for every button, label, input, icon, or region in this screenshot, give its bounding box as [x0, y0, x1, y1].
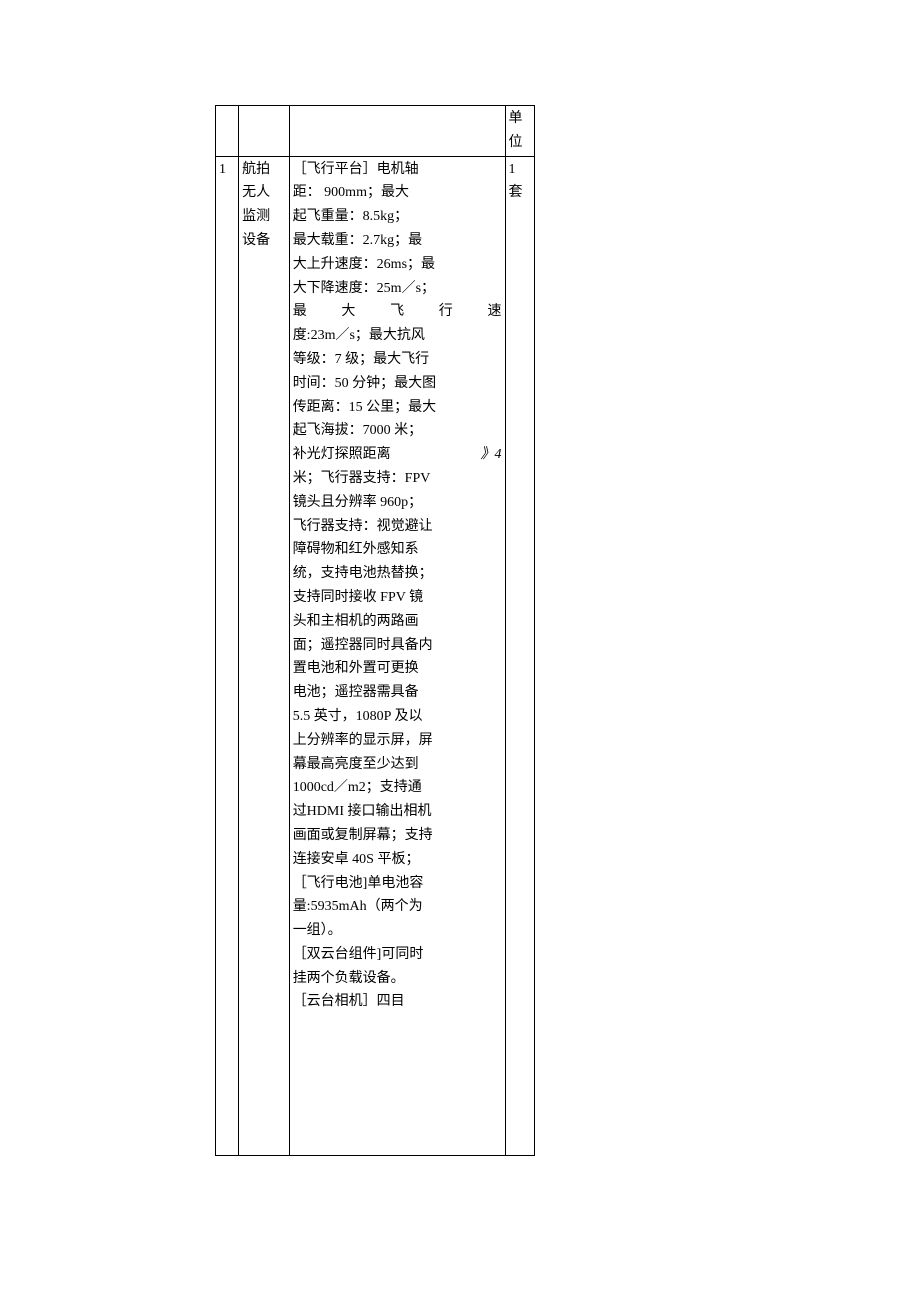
- header-cell-name: [239, 106, 290, 157]
- spec-line: 电池；遥控器需具备: [293, 685, 419, 700]
- spec-table: 单位 1 航拍 无人 监测 设备 ［飞行平台］电机轴 距： 900mm；最大 起…: [215, 105, 535, 1156]
- table-row: 1 航拍 无人 监测 设备 ［飞行平台］电机轴 距： 900mm；最大 起飞重量…: [216, 156, 535, 1156]
- row-number: 1: [219, 162, 226, 177]
- spec-line: 挂两个负载设备。: [293, 971, 405, 986]
- spec-line: 头和主相机的两路画: [293, 614, 419, 629]
- header-unit-text: 单位: [509, 111, 523, 150]
- spec-line: 大下降速度：25m／s；: [293, 281, 435, 296]
- spec-line: 上分辨率的显示屏，屏: [293, 733, 433, 748]
- spec-line: 障碍物和红外感知系: [293, 542, 419, 557]
- spec-line: 连接安卓 40S 平板；: [293, 852, 420, 867]
- spec-line: 飞行器支持：视觉避让: [293, 519, 433, 534]
- spec-line: 1000cd／m2；支持通: [293, 780, 422, 795]
- spec-line: 镜头且分辨率 960p；: [293, 495, 423, 510]
- spec-line: 过HDMI 接口输出相机: [293, 804, 432, 819]
- header-cell-num: [216, 106, 239, 157]
- spec-line: 米；飞行器支持：FPV: [293, 471, 431, 486]
- spec-line: 5.5 英寸，1080P 及以: [293, 709, 423, 724]
- cell-unit: 1 套: [505, 156, 535, 1156]
- name-line: 航拍: [242, 162, 270, 177]
- spec-line: 距： 900mm；最大: [293, 185, 409, 200]
- spec-line: 度:23m／s；最大抗风: [293, 328, 425, 343]
- spec-line: 量:5935mAh（两个为: [293, 899, 423, 914]
- name-line: 设备: [242, 233, 270, 248]
- cell-num: 1: [216, 156, 239, 1156]
- spec-line: ［双云台组件]可同时: [293, 947, 424, 962]
- name-line: 监测: [242, 209, 270, 224]
- spec-line: 起飞重量：8.5kg；: [293, 209, 409, 224]
- table-header-row: 单位: [216, 106, 535, 157]
- cell-name: 航拍 无人 监测 设备: [239, 156, 290, 1156]
- header-cell-spec: [289, 106, 505, 157]
- spec-line: 一组）。: [293, 923, 342, 938]
- spec-line: 最大载重：2.7kg；最: [293, 233, 423, 248]
- spec-line: 支持同时接收 FPV 镜: [293, 590, 423, 605]
- spec-line: 面；遥控器同时具备内: [293, 638, 433, 653]
- header-cell-unit: 单位: [505, 106, 535, 157]
- spec-line: 置电池和外置可更换: [293, 661, 419, 676]
- spec-line: ［云台相机］四目: [293, 994, 405, 1009]
- unit-label: 套: [509, 185, 523, 200]
- name-line: 无人: [242, 185, 270, 200]
- cell-spec: ［飞行平台］电机轴 距： 900mm；最大 起飞重量：8.5kg； 最大载重：2…: [289, 156, 505, 1156]
- spec-line: 统，支持电池热替换；: [293, 566, 433, 581]
- spec-line: ［飞行电池]单电池容: [293, 876, 424, 891]
- spec-line: 画面或复制屏幕；支持: [293, 828, 433, 843]
- spec-line: 起飞海拔：7000 米；: [293, 423, 423, 438]
- spec-line: ［飞行平台］电机轴: [293, 162, 419, 177]
- spec-line-spread: 最 大 飞 行 速: [293, 300, 502, 324]
- spec-line: 大上升速度：26ms；最: [293, 257, 435, 272]
- spec-line-split: 补光灯探照距离 》4: [293, 443, 502, 467]
- spec-line: 时间：50 分钟；最大图: [293, 376, 437, 391]
- spec-line: 传距离：15 公里；最大: [293, 400, 437, 415]
- spec-line: 等级：7 级；最大飞行: [293, 352, 430, 367]
- spec-line: 幕最高亮度至少达到: [293, 757, 419, 772]
- unit-qty: 1: [509, 162, 516, 177]
